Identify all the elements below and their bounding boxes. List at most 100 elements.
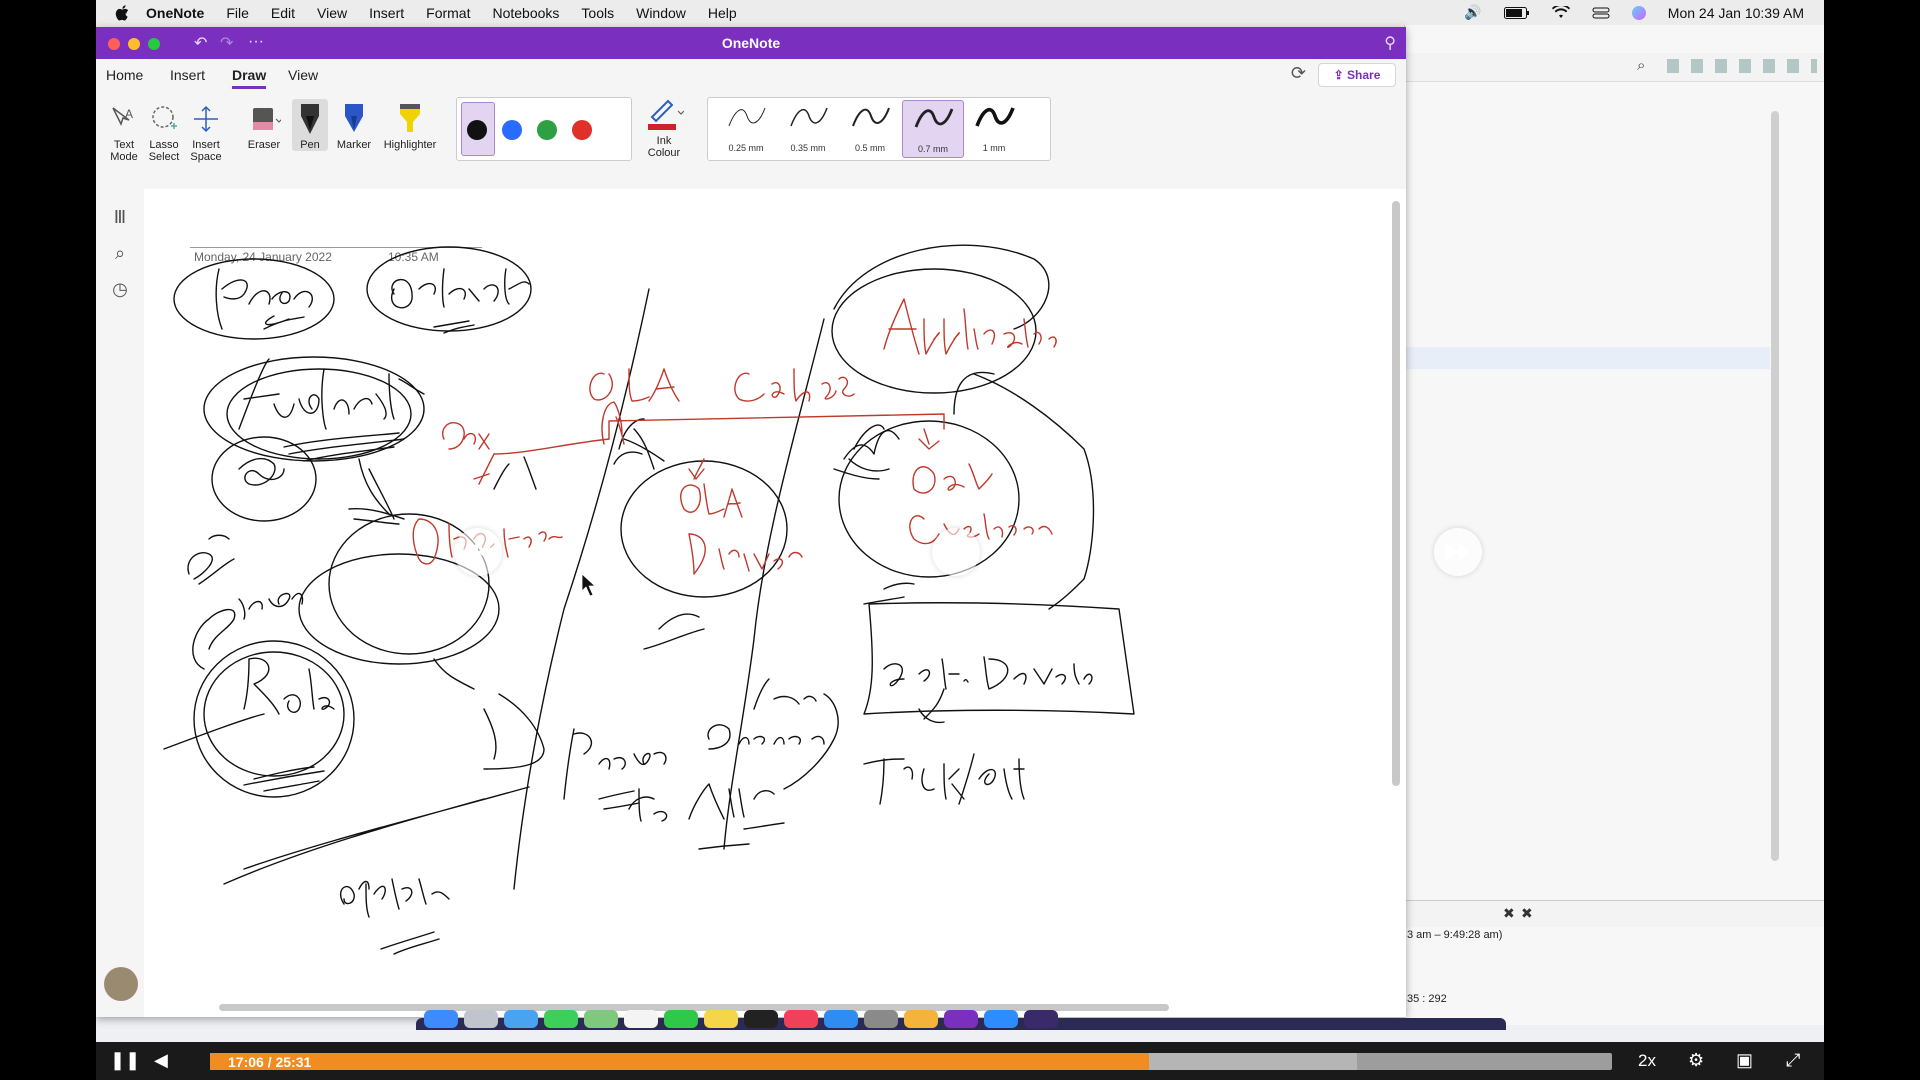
tab-view[interactable]: View [288, 67, 318, 83]
notebooks-icon[interactable]: Ⅲ [108, 207, 132, 231]
stroke-preview-icon [728, 107, 766, 127]
stroke-preview-icon [975, 107, 1015, 127]
calendar-icon[interactable] [624, 1010, 658, 1028]
fast-forward-icon [1446, 542, 1470, 562]
video-controls: ❚❚ ◀ 17:06 / 25:31 2x ⚙ ▣ ⤢ [96, 1042, 1824, 1080]
menu-format[interactable]: Format [426, 5, 470, 21]
notes-icon[interactable] [704, 1010, 738, 1028]
thickness-option-0-35[interactable]: 0.35 mm [778, 100, 838, 156]
tab-insert[interactable]: Insert [170, 67, 205, 83]
lasso-select-button[interactable]: Lasso Select [144, 99, 184, 163]
lasso-icon [152, 106, 177, 129]
color-swatch-blue[interactable] [502, 120, 522, 140]
pause-icon[interactable]: ❚❚ [110, 1050, 140, 1071]
menu-view[interactable]: View [317, 5, 347, 21]
settings-icon[interactable] [864, 1010, 898, 1028]
account-icon[interactable]: ⚲ [1384, 33, 1396, 53]
gear-icon[interactable]: ⚙ [1688, 1050, 1704, 1071]
marker-button[interactable]: Marker [332, 99, 376, 151]
onenote-dock-icon[interactable] [944, 1010, 978, 1028]
sync-icon[interactable]: ⟳ [1291, 63, 1306, 84]
note-canvas[interactable]: Monday, 24 January 2022 10:35 AM [144, 189, 1406, 1017]
marker-label: Marker [336, 139, 372, 151]
selected-row[interactable] [1405, 347, 1770, 369]
ink-colour-button[interactable]: Ink Colour [636, 95, 692, 159]
pause-overlay-button[interactable] [932, 528, 980, 576]
menu-insert[interactable]: Insert [369, 5, 404, 21]
menu-notebooks[interactable]: Notebooks [492, 5, 559, 21]
color-swatch-red[interactable] [572, 120, 592, 140]
toolbar-icons [1667, 59, 1817, 73]
thickness-option-0-5[interactable]: 0.5 mm [840, 100, 900, 156]
thickness-option-0-25[interactable]: 0.25 mm [716, 100, 776, 156]
fullscreen-icon[interactable]: ⤢ [1786, 1050, 1800, 1071]
picture-in-picture-icon[interactable]: ▣ [1736, 1050, 1753, 1071]
color-swatch-green[interactable] [537, 120, 557, 140]
menu-file[interactable]: File [226, 5, 249, 21]
terminal-icon[interactable] [744, 1010, 778, 1028]
pen-icon [301, 104, 319, 134]
text-mode-label: Text Mode [110, 139, 138, 163]
safari-icon[interactable] [504, 1010, 538, 1028]
vertical-scrollbar[interactable] [1392, 201, 1400, 786]
sketch-icon[interactable] [904, 1010, 938, 1028]
menu-window[interactable]: Window [636, 5, 686, 21]
facetime-icon[interactable] [664, 1010, 698, 1028]
playback-rate-button[interactable]: 2x [1638, 1051, 1656, 1071]
thickness-option-0-7[interactable]: 0.7 mm [902, 100, 964, 158]
tab-home[interactable]: Home [106, 67, 143, 83]
highlighter-button[interactable]: Highlighter [378, 99, 442, 151]
marker-icon [345, 104, 363, 132]
share-label: Share [1347, 68, 1381, 82]
menubar-clock[interactable]: Mon 24 Jan 10:39 AM [1668, 5, 1804, 21]
search-icon[interactable]: ⌕ [1637, 57, 1645, 74]
thickness-option-1[interactable]: 1 mm [964, 100, 1024, 156]
wifi-icon[interactable] [1551, 6, 1570, 19]
played-bar [210, 1053, 1150, 1070]
draw-ribbon: A Text Mode Lasso Select Insert Space Er… [96, 89, 1406, 190]
battery-icon[interactable] [1503, 6, 1530, 19]
stroke-preview-icon [852, 107, 890, 127]
launchpad-icon[interactable] [464, 1010, 498, 1028]
pen-button[interactable]: Pen [292, 99, 328, 151]
window-title: OneNote [721, 35, 781, 51]
menu-edit[interactable]: Edit [271, 5, 295, 21]
finder-icon[interactable] [424, 1010, 458, 1028]
siri-icon[interactable] [1631, 5, 1646, 20]
messages-icon[interactable] [544, 1010, 578, 1028]
recent-icon[interactable]: ◷ [108, 279, 132, 303]
insert-space-button[interactable]: Insert Space [184, 99, 228, 163]
menu-tools[interactable]: Tools [581, 5, 614, 21]
menu-app-name[interactable]: OneNote [146, 5, 204, 21]
video-progress-bar[interactable]: 17:06 / 25:31 [210, 1053, 1612, 1070]
eraser-button[interactable]: Eraser [242, 99, 286, 151]
share-button[interactable]: ⇪ Share [1318, 63, 1396, 87]
apple-icon[interactable] [114, 4, 132, 21]
tab-draw[interactable]: Draw [232, 67, 267, 89]
color-swatch-black[interactable] [467, 120, 487, 140]
appstore-icon[interactable] [824, 1010, 858, 1028]
volume-icon[interactable]: 🔊 [1464, 4, 1481, 21]
ink-color-palette [456, 97, 632, 161]
title-bar: ↶ ↷ ··· OneNote ⚲ [96, 27, 1406, 59]
eclipse-icon[interactable] [1024, 1010, 1058, 1028]
fast-forward-overlay-button[interactable] [1434, 528, 1482, 576]
music-icon[interactable] [784, 1010, 818, 1028]
ink-strokes-black [163, 244, 1135, 955]
insert-space-icon [194, 105, 218, 133]
clear-all-icon[interactable]: ✖ [1521, 905, 1533, 922]
menu-help[interactable]: Help [708, 5, 737, 21]
svg-text:A: A [125, 107, 133, 121]
zoom-icon[interactable] [984, 1010, 1018, 1028]
close-icon[interactable]: ✖ [1503, 905, 1515, 922]
log-time-range: 3 am – 9:49:28 am) [1407, 929, 1503, 941]
search-icon[interactable]: ⌕ [108, 243, 132, 267]
control-center-icon[interactable] [1592, 7, 1610, 19]
thickness-label: 0.35 mm [790, 143, 826, 153]
avatar[interactable] [104, 967, 138, 1001]
text-mode-button[interactable]: A Text Mode [104, 99, 144, 163]
maps-icon[interactable] [584, 1010, 618, 1028]
vertical-scrollbar[interactable] [1771, 111, 1779, 861]
rewind-overlay-button[interactable] [454, 528, 502, 576]
volume-icon[interactable]: ◀ [154, 1050, 168, 1071]
